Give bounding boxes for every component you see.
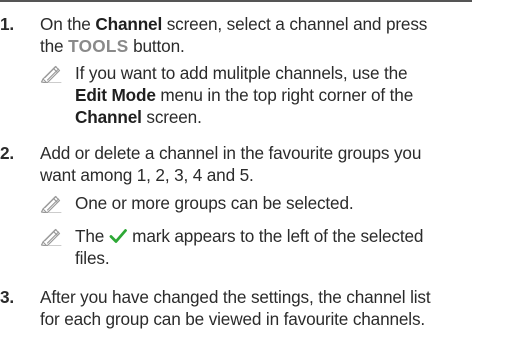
text: mark appears to the left of the selected [132, 226, 424, 246]
step-number: 1. [0, 14, 15, 34]
step-number: 2. [0, 143, 15, 163]
note-1-line-1: If you want to add mulitple channels, us… [75, 63, 408, 83]
text: The [75, 226, 105, 246]
tools-button-label: TOOLS [68, 36, 129, 56]
note-text: If you want to add mulitple channels, us… [75, 62, 515, 128]
text: menu in the top right corner of the [155, 85, 414, 105]
top-rule [0, 0, 472, 2]
step-2-line-2: want among 1, 2, 3, 4 and 5. [40, 165, 254, 185]
note-text: One or more groups can be selected. [75, 192, 515, 214]
note-1-line-3: Channel screen. [75, 106, 515, 128]
checkmark-icon [109, 229, 128, 243]
step-2-line-1: Add or delete a channel in the favourite… [40, 143, 422, 163]
note-3-line-2: files. [75, 248, 110, 268]
step-number: 3. [0, 287, 15, 307]
edit-mode-term: Edit Mode [75, 85, 156, 105]
step-1-line-2: the TOOLS button. [40, 35, 515, 57]
text: screen. [141, 107, 202, 127]
channel-term: Channel [75, 107, 142, 127]
step-1-line-1: On the Channel screen, select a channel … [40, 13, 515, 35]
text: button. [128, 36, 185, 56]
channel-term: Channel [95, 14, 163, 34]
text: screen, select a channel and press [162, 14, 428, 34]
text: On the [40, 14, 96, 34]
step-3-line-2: for each group can be viewed in favourit… [40, 309, 426, 329]
note-3-line-1: The mark appears to the left of the selec… [75, 225, 515, 247]
step-text: After you have changed the settings, the… [40, 286, 515, 330]
pencil-note-icon [40, 227, 62, 246]
step-text: On the Channel screen, select a channel … [40, 13, 515, 57]
pencil-note-icon [40, 64, 62, 83]
text: the [40, 36, 69, 56]
step-text: Add or delete a channel in the favourite… [40, 142, 515, 186]
note-text: The mark appears to the left of the selec… [75, 225, 515, 269]
note-1-line-2: Edit Mode menu in the top right corner o… [75, 84, 515, 106]
note-2-line-1: One or more groups can be selected. [75, 193, 354, 213]
step-3-line-1: After you have changed the settings, the… [40, 287, 431, 307]
pencil-note-icon [40, 194, 62, 213]
